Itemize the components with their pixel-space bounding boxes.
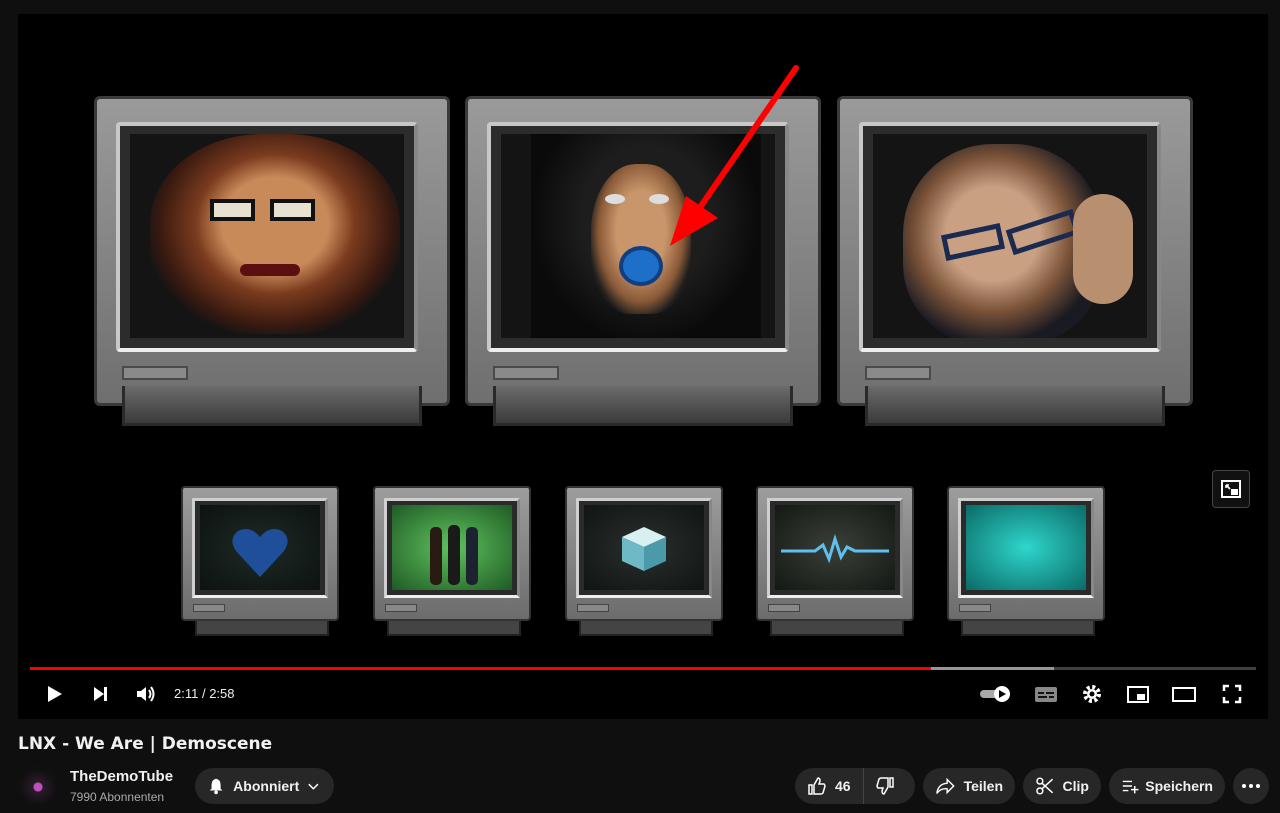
player-controls: 2:11 / 2:58 [18,676,1268,716]
more-actions-button[interactable] [1233,768,1269,804]
volume-icon [137,686,155,702]
annotation-arrow [670,65,799,246]
progress-played [30,667,932,670]
time-display: 2:11 / 2:58 [174,686,235,701]
gear-icon [1083,685,1101,703]
fullscreen-icon [1222,684,1242,704]
progress-bar[interactable] [30,667,1256,670]
play-button[interactable] [36,676,72,712]
theater-mode-icon [1172,687,1196,702]
picture-in-picture-icon [1221,480,1241,498]
video-title: LNX - We Are | Demoscene [18,734,273,754]
save-label: Speichern [1145,778,1213,794]
bell-icon [209,778,223,795]
playlist-add-icon [1122,780,1139,794]
pip-overlay-button[interactable] [1212,470,1250,508]
share-icon [936,777,955,795]
clip-button[interactable]: Clip [1023,768,1101,804]
miniplayer-button[interactable] [1120,676,1156,712]
subtitles-icon [1035,687,1057,702]
save-button[interactable]: Speichern [1109,768,1225,804]
chevron-down-icon [308,783,319,790]
like-button[interactable]: 46 [795,768,864,804]
subscribe-button[interactable]: Abonniert [195,768,334,804]
clip-label: Clip [1062,778,1089,794]
play-icon [48,686,62,702]
autoplay-toggle-icon [980,686,1010,702]
theater-mode-button[interactable] [1166,676,1202,712]
settings-button[interactable] [1074,676,1110,712]
subscriber-count: 7990 Abonnenten [70,790,165,804]
thumbs-up-icon [808,777,826,795]
dislike-button[interactable] [864,768,906,804]
thumbs-down-icon [875,777,894,795]
video-frame[interactable] [18,14,1268,664]
volume-button[interactable] [128,676,164,712]
miniplayer-icon [1127,686,1149,703]
subscribe-label: Abonniert [233,778,300,794]
share-label: Teilen [963,778,1003,794]
autoplay-toggle[interactable] [976,676,1016,712]
like-dislike-group: 46 [795,768,915,804]
more-icon [1242,784,1260,788]
video-player[interactable]: 2:11 / 2:58 [18,14,1268,719]
channel-name[interactable]: TheDemoTube [70,768,173,785]
time-separator: / [198,686,210,701]
share-button[interactable]: Teilen [923,768,1015,804]
time-total: 2:58 [209,686,235,701]
channel-avatar[interactable] [18,765,58,805]
fullscreen-button[interactable] [1214,676,1250,712]
next-icon [94,687,107,701]
time-current: 2:11 [174,686,199,701]
next-button[interactable] [82,676,118,712]
like-count: 46 [835,778,851,794]
subtitles-button[interactable] [1028,676,1064,712]
scissors-icon [1036,777,1054,795]
